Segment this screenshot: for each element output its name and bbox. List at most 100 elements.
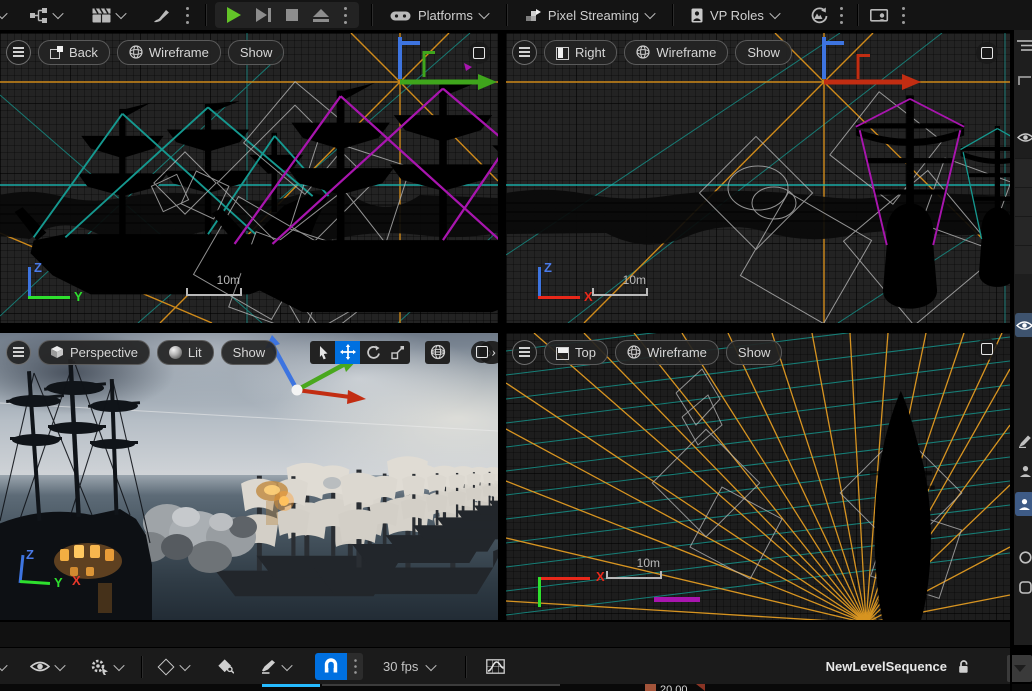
- frame-skip-button[interactable]: [256, 8, 271, 22]
- toolbar-separator: [857, 4, 858, 26]
- collapsed-tab[interactable]: [1015, 158, 1032, 187]
- main-toolbar: Platforms Pixel Streaming VP Roles: [0, 0, 1032, 31]
- axis-z-label: Z: [26, 547, 34, 562]
- cannon-flash: [274, 491, 294, 511]
- eject-button[interactable]: [313, 9, 329, 22]
- camera-marker: [464, 63, 472, 71]
- snap-toggle-button[interactable]: [315, 653, 347, 680]
- toolbar-separator: [371, 4, 372, 26]
- scale-label: 10m: [637, 556, 660, 570]
- panel-tab-icon[interactable]: [1016, 72, 1032, 90]
- play-options-kebab-icon[interactable]: [344, 14, 347, 17]
- scale-tool-button[interactable]: [385, 341, 410, 364]
- view-type-label: Top: [575, 345, 596, 360]
- maximize-viewport-button[interactable]: [976, 338, 998, 360]
- chevron-down-icon[interactable]: [0, 659, 8, 670]
- view-type-button[interactable]: Top: [544, 340, 608, 365]
- timeline-range-bar[interactable]: [262, 684, 320, 687]
- show-button[interactable]: Show: [228, 40, 285, 65]
- chevron-down-icon: [769, 8, 780, 19]
- stage-monitor-button[interactable]: [870, 8, 890, 23]
- platforms-dropdown[interactable]: Platforms: [390, 8, 488, 23]
- pixel-streaming-dropdown[interactable]: Pixel Streaming: [525, 8, 654, 23]
- view-options-button[interactable]: [30, 660, 50, 673]
- chevron-down-icon[interactable]: [0, 8, 8, 19]
- outliner-tree-icon[interactable]: [1016, 36, 1032, 54]
- viewport-right[interactable]: Right Wireframe Show Z X 10m: [506, 33, 1010, 323]
- orientation-axes: Z Y X: [14, 551, 124, 596]
- kebab-menu-icon[interactable]: [186, 14, 189, 17]
- viewport-options-button[interactable]: [512, 40, 537, 65]
- play-button[interactable]: [227, 7, 241, 23]
- globe-icon: [430, 344, 446, 360]
- blueprints-menu-button[interactable]: [30, 8, 48, 23]
- kebab-menu-icon[interactable]: [840, 14, 843, 17]
- show-label: Show: [738, 345, 771, 360]
- timed-data-monitor-button[interactable]: [809, 7, 828, 24]
- rounded-square-icon[interactable]: [1016, 578, 1032, 596]
- view-type-label: Right: [575, 45, 605, 60]
- viewport-top[interactable]: Top Wireframe Show X 10m: [506, 333, 1010, 620]
- view-mode-button[interactable]: Lit: [157, 340, 214, 365]
- chevron-down-icon[interactable]: [426, 659, 437, 670]
- clapperboard-icon: [92, 8, 111, 23]
- maximize-viewport-button[interactable]: [471, 341, 493, 363]
- magnet-icon: [323, 658, 339, 675]
- view-type-button[interactable]: Back: [38, 40, 110, 65]
- snap-options-kebab[interactable]: [347, 653, 363, 680]
- world-coordinate-button[interactable]: [425, 341, 450, 364]
- cinematics-menu-button[interactable]: [92, 8, 111, 23]
- viewport-perspective[interactable]: Perspective Lit Show: [0, 333, 498, 620]
- move-tool-button[interactable]: [335, 341, 360, 364]
- playback-range-end-marker[interactable]: 20.00: [645, 684, 705, 691]
- show-button[interactable]: Show: [735, 40, 792, 65]
- editor-modes-button[interactable]: [153, 8, 170, 23]
- viewport-options-button[interactable]: [512, 340, 537, 365]
- person-icon[interactable]: [1016, 462, 1032, 480]
- view-mode-button[interactable]: Wireframe: [624, 40, 728, 65]
- show-button[interactable]: Show: [726, 340, 783, 365]
- eye-icon[interactable]: [1016, 128, 1032, 146]
- sequencer-timeline-strip[interactable]: 20.00: [0, 684, 1032, 691]
- viewport-options-button[interactable]: [6, 40, 31, 65]
- timeline-scroll-bar[interactable]: [322, 684, 560, 686]
- keyframe-options-button[interactable]: [160, 661, 172, 673]
- unreal-editor-window: Platforms Pixel Streaming VP Roles: [0, 0, 1032, 691]
- id-badge-icon: [691, 8, 703, 23]
- show-button[interactable]: Show: [221, 340, 278, 365]
- pencil-icon[interactable]: [1016, 432, 1032, 450]
- show-label: Show: [233, 345, 266, 360]
- playback-options-button[interactable]: [90, 659, 109, 675]
- viewport-back[interactable]: Back Wireframe Show Z Y 10m: [0, 33, 498, 323]
- axis-x-label: X: [596, 569, 605, 584]
- view-mode-button[interactable]: Wireframe: [117, 40, 221, 65]
- collapsed-tab[interactable]: [1015, 216, 1032, 245]
- edit-mode-button[interactable]: [260, 659, 277, 674]
- maximize-viewport-button[interactable]: [976, 42, 998, 64]
- lock-open-icon[interactable]: [957, 659, 970, 674]
- person-icon-active[interactable]: [1015, 492, 1032, 516]
- blueprint-node-icon: [30, 8, 48, 23]
- select-tool-button[interactable]: [310, 341, 335, 364]
- view-top-icon: [556, 346, 569, 359]
- viewport-options-button[interactable]: [6, 340, 31, 365]
- view-mode-button[interactable]: Wireframe: [615, 340, 719, 365]
- view-type-button[interactable]: Perspective: [38, 340, 150, 365]
- sequence-name-label[interactable]: NewLevelSequence: [826, 659, 947, 674]
- rotate-tool-button[interactable]: [360, 341, 385, 364]
- stop-button[interactable]: [286, 9, 298, 21]
- scale-label: 10m: [217, 273, 240, 287]
- eye-icon-active[interactable]: [1015, 313, 1032, 337]
- collapsed-tab[interactable]: [1015, 187, 1032, 216]
- view-type-button[interactable]: Right: [544, 40, 617, 65]
- vp-roles-dropdown[interactable]: VP Roles: [691, 8, 779, 23]
- kebab-menu-icon[interactable]: [902, 14, 905, 17]
- scale-indicator: 10m: [186, 288, 242, 296]
- fps-dropdown[interactable]: 30 fps: [383, 659, 418, 674]
- circle-icon[interactable]: [1016, 548, 1032, 566]
- maximize-viewport-button[interactable]: [468, 42, 490, 64]
- auto-key-button[interactable]: [217, 659, 234, 674]
- curve-editor-button[interactable]: [486, 659, 505, 674]
- axis-z-label: Z: [34, 260, 42, 275]
- collapsed-tab[interactable]: [1015, 245, 1032, 274]
